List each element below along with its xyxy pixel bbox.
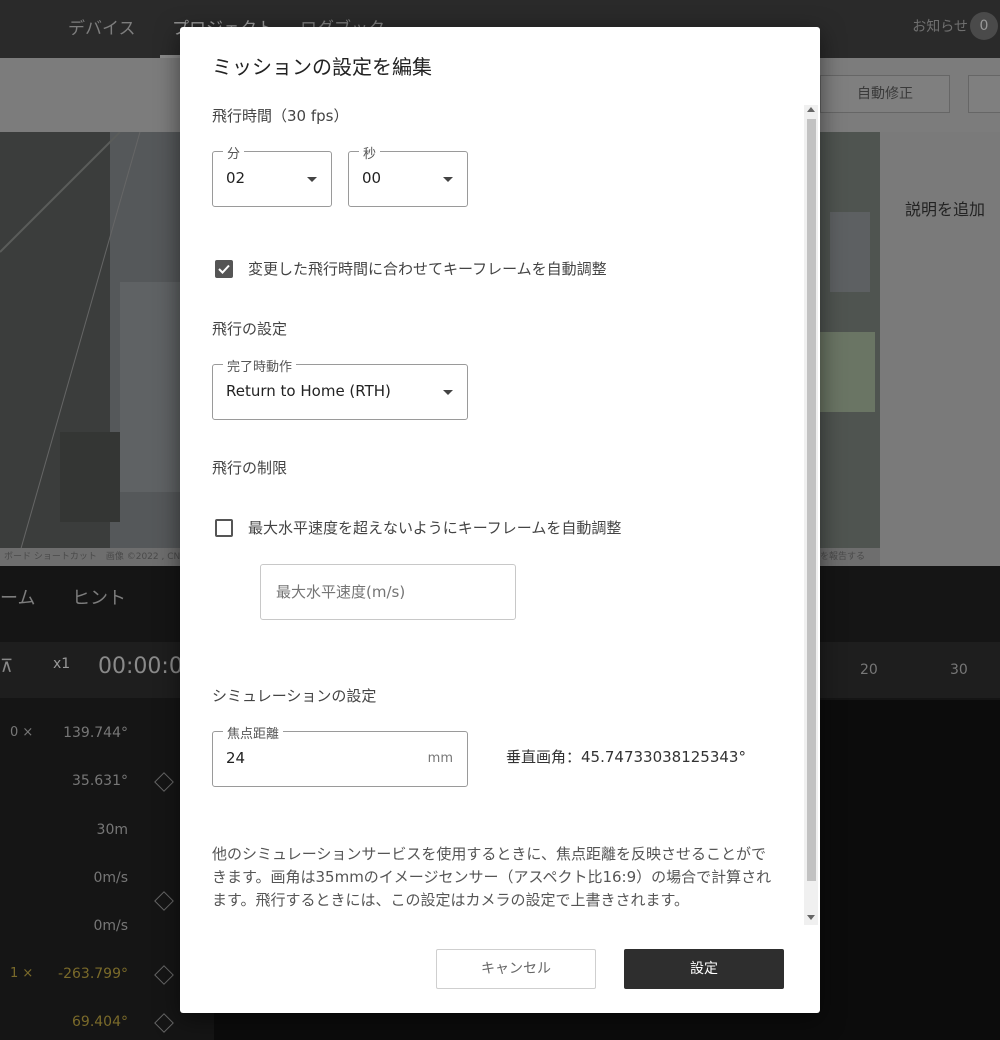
confirm-button[interactable]: 設定 bbox=[624, 949, 784, 989]
seconds-value: 00 bbox=[362, 169, 382, 187]
max-speed-input[interactable] bbox=[260, 564, 516, 620]
chevron-down-icon bbox=[307, 177, 317, 182]
scroll-down-icon[interactable] bbox=[807, 915, 815, 920]
check-icon bbox=[218, 264, 230, 274]
flight-limits-label: 飛行の制限 bbox=[212, 459, 288, 477]
seconds-select[interactable]: 秒 00 bbox=[348, 143, 468, 207]
dialog-scroll-area[interactable]: 飛行時間（30 fps） 分 02 秒 00 変更した飛行時間に合わせてキーフレ… bbox=[180, 105, 820, 925]
simulation-settings-label: シミュレーションの設定 bbox=[212, 687, 377, 705]
chevron-down-icon bbox=[443, 177, 453, 182]
vertical-fov-readout: 垂直画角：45.74733038125343° bbox=[506, 748, 746, 766]
minutes-legend: 分 bbox=[223, 143, 245, 162]
completion-legend: 完了時動作 bbox=[223, 356, 297, 375]
focal-length-input[interactable]: 焦点距離 24 mm bbox=[212, 723, 468, 787]
dialog-title: ミッションの設定を編集 bbox=[212, 55, 432, 79]
focal-legend: 焦点距離 bbox=[223, 723, 284, 742]
flight-time-label: 飛行時間（30 fps） bbox=[212, 107, 349, 125]
focal-unit: mm bbox=[427, 751, 453, 766]
completion-action-select[interactable]: 完了時動作 Return to Home (RTH) bbox=[212, 356, 468, 420]
max-speed-checkbox[interactable] bbox=[215, 519, 233, 537]
max-speed-adjust-label[interactable]: 最大水平速度を超えないようにキーフレームを自動調整 bbox=[248, 517, 621, 538]
scroll-up-icon[interactable] bbox=[807, 107, 815, 112]
completion-value: Return to Home (RTH) bbox=[226, 382, 391, 400]
dialog-scrollbar[interactable] bbox=[804, 105, 818, 925]
edit-mission-dialog: ミッションの設定を編集 飛行時間（30 fps） 分 02 秒 00 変更した飛… bbox=[180, 27, 820, 1013]
cancel-button[interactable]: キャンセル bbox=[436, 949, 596, 989]
minutes-select[interactable]: 分 02 bbox=[212, 143, 332, 207]
chevron-down-icon bbox=[443, 390, 453, 395]
seconds-legend: 秒 bbox=[359, 143, 381, 162]
simulation-description: 他のシミュレーションサービスを使用するときに、焦点距離を反映させることができます… bbox=[212, 845, 772, 909]
auto-adjust-checkbox[interactable] bbox=[215, 260, 233, 278]
focal-value: 24 bbox=[226, 749, 246, 767]
auto-adjust-label[interactable]: 変更した飛行時間に合わせてキーフレームを自動調整 bbox=[248, 258, 607, 279]
minutes-value: 02 bbox=[226, 169, 246, 187]
flight-settings-label: 飛行の設定 bbox=[212, 320, 288, 338]
scroll-thumb[interactable] bbox=[807, 119, 816, 881]
